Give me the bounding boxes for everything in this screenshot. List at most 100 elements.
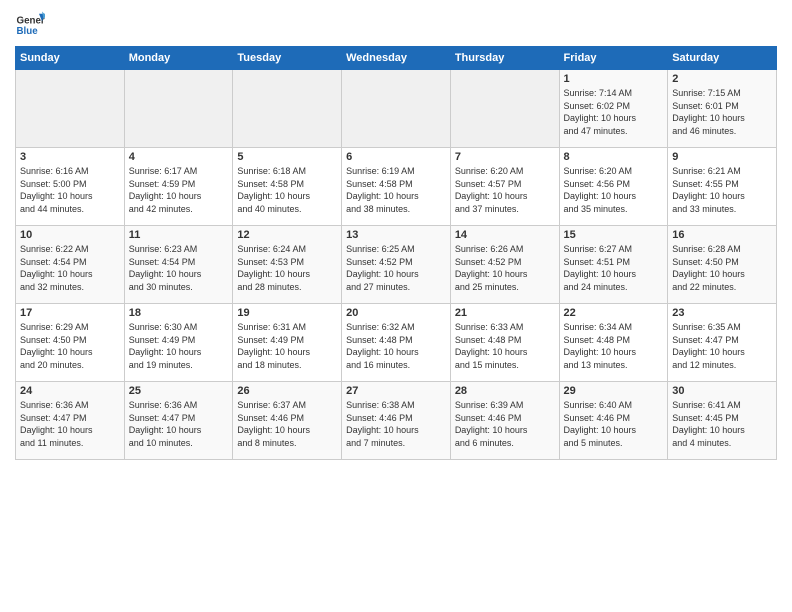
day-number: 7 <box>455 151 555 163</box>
day-cell: 12 Sunrise: 6:24 AMSunset: 4:53 PMDayligh… <box>233 226 342 304</box>
day-cell: 6 Sunrise: 6:19 AMSunset: 4:58 PMDaylight… <box>342 148 451 226</box>
day-cell: 2 Sunrise: 7:15 AMSunset: 6:01 PMDaylight… <box>668 70 777 148</box>
calendar-header: SundayMondayTuesdayWednesdayThursdayFrid… <box>16 47 777 70</box>
day-info: Sunrise: 6:22 AMSunset: 4:54 PMDaylight:… <box>20 243 120 293</box>
day-cell <box>124 70 233 148</box>
svg-text:Blue: Blue <box>17 26 39 37</box>
day-cell <box>233 70 342 148</box>
day-cell: 11 Sunrise: 6:23 AMSunset: 4:54 PMDayligh… <box>124 226 233 304</box>
day-cell: 14 Sunrise: 6:26 AMSunset: 4:52 PMDayligh… <box>450 226 559 304</box>
day-number: 17 <box>20 307 120 319</box>
day-cell: 9Sunrise: 6:21 AMSunset: 4:55 PMDaylight… <box>668 148 777 226</box>
day-info: Sunrise: 6:30 AMSunset: 4:49 PMDaylight:… <box>129 321 229 371</box>
day-number: 30 <box>672 385 772 397</box>
day-info: Sunrise: 6:21 AMSunset: 4:55 PMDaylight:… <box>672 165 772 215</box>
day-cell: 24 Sunrise: 6:36 AMSunset: 4:47 PMDayligh… <box>16 382 125 460</box>
day-cell <box>450 70 559 148</box>
day-info: Sunrise: 6:31 AMSunset: 4:49 PMDaylight:… <box>237 321 337 371</box>
day-number: 20 <box>346 307 446 319</box>
day-info: Sunrise: 6:36 AMSunset: 4:47 PMDaylight:… <box>129 399 229 449</box>
page-container: General Blue SundayMondayTuesdayWednesda… <box>0 0 792 465</box>
day-number: 11 <box>129 229 229 241</box>
day-info: Sunrise: 6:17 AMSunset: 4:59 PMDaylight:… <box>129 165 229 215</box>
day-info: Sunrise: 6:20 AMSunset: 4:57 PMDaylight:… <box>455 165 555 215</box>
week-row-4: 17Sunrise: 6:29 AMSunset: 4:50 PMDayligh… <box>16 304 777 382</box>
day-cell: 26 Sunrise: 6:37 AMSunset: 4:46 PMDayligh… <box>233 382 342 460</box>
day-number: 16 <box>672 229 772 241</box>
day-number: 24 <box>20 385 120 397</box>
day-number: 18 <box>129 307 229 319</box>
day-number: 6 <box>346 151 446 163</box>
day-cell: 10 Sunrise: 6:22 AMSunset: 4:54 PMDayligh… <box>16 226 125 304</box>
day-number: 14 <box>455 229 555 241</box>
header-cell-thursday: Thursday <box>450 47 559 70</box>
day-number: 5 <box>237 151 337 163</box>
week-row-2: 3 Sunrise: 6:16 AMSunset: 5:00 PMDaylight… <box>16 148 777 226</box>
day-cell: 1 Sunrise: 7:14 AMSunset: 6:02 PMDaylight… <box>559 70 668 148</box>
calendar-table: SundayMondayTuesdayWednesdayThursdayFrid… <box>15 46 777 460</box>
day-info: Sunrise: 6:41 AMSunset: 4:45 PMDaylight:… <box>672 399 772 449</box>
header-row: SundayMondayTuesdayWednesdayThursdayFrid… <box>16 47 777 70</box>
day-info: Sunrise: 6:24 AMSunset: 4:53 PMDaylight:… <box>237 243 337 293</box>
day-cell: 7 Sunrise: 6:20 AMSunset: 4:57 PMDaylight… <box>450 148 559 226</box>
header-cell-tuesday: Tuesday <box>233 47 342 70</box>
day-info: Sunrise: 6:33 AMSunset: 4:48 PMDaylight:… <box>455 321 555 371</box>
logo-icon: General Blue <box>15 10 45 40</box>
day-info: Sunrise: 6:25 AMSunset: 4:52 PMDaylight:… <box>346 243 446 293</box>
day-info: Sunrise: 6:23 AMSunset: 4:54 PMDaylight:… <box>129 243 229 293</box>
header-cell-friday: Friday <box>559 47 668 70</box>
day-info: Sunrise: 6:39 AMSunset: 4:46 PMDaylight:… <box>455 399 555 449</box>
day-cell: 21 Sunrise: 6:33 AMSunset: 4:48 PMDayligh… <box>450 304 559 382</box>
day-cell: 29 Sunrise: 6:40 AMSunset: 4:46 PMDayligh… <box>559 382 668 460</box>
day-info: Sunrise: 6:34 AMSunset: 4:48 PMDaylight:… <box>564 321 664 371</box>
day-number: 26 <box>237 385 337 397</box>
logo: General Blue <box>15 10 45 40</box>
day-number: 12 <box>237 229 337 241</box>
day-info: Sunrise: 6:26 AMSunset: 4:52 PMDaylight:… <box>455 243 555 293</box>
day-number: 8 <box>564 151 664 163</box>
day-cell: 28 Sunrise: 6:39 AMSunset: 4:46 PMDayligh… <box>450 382 559 460</box>
day-info: Sunrise: 7:15 AMSunset: 6:01 PMDaylight:… <box>672 87 772 137</box>
day-number: 2 <box>672 73 772 85</box>
day-cell <box>342 70 451 148</box>
week-row-1: 1 Sunrise: 7:14 AMSunset: 6:02 PMDaylight… <box>16 70 777 148</box>
day-info: Sunrise: 6:35 AMSunset: 4:47 PMDaylight:… <box>672 321 772 371</box>
day-number: 3 <box>20 151 120 163</box>
day-number: 21 <box>455 307 555 319</box>
day-cell: 13 Sunrise: 6:25 AMSunset: 4:52 PMDayligh… <box>342 226 451 304</box>
day-number: 10 <box>20 229 120 241</box>
day-number: 29 <box>564 385 664 397</box>
header-cell-saturday: Saturday <box>668 47 777 70</box>
day-cell: 30 Sunrise: 6:41 AMSunset: 4:45 PMDayligh… <box>668 382 777 460</box>
day-number: 25 <box>129 385 229 397</box>
day-cell: 27 Sunrise: 6:38 AMSunset: 4:46 PMDayligh… <box>342 382 451 460</box>
week-row-3: 10 Sunrise: 6:22 AMSunset: 4:54 PMDayligh… <box>16 226 777 304</box>
day-number: 15 <box>564 229 664 241</box>
day-cell: 19 Sunrise: 6:31 AMSunset: 4:49 PMDayligh… <box>233 304 342 382</box>
day-cell: 15Sunrise: 6:27 AMSunset: 4:51 PMDayligh… <box>559 226 668 304</box>
day-cell: 5 Sunrise: 6:18 AMSunset: 4:58 PMDaylight… <box>233 148 342 226</box>
day-number: 27 <box>346 385 446 397</box>
day-cell: 17Sunrise: 6:29 AMSunset: 4:50 PMDayligh… <box>16 304 125 382</box>
day-info: Sunrise: 6:36 AMSunset: 4:47 PMDaylight:… <box>20 399 120 449</box>
day-info: Sunrise: 6:18 AMSunset: 4:58 PMDaylight:… <box>237 165 337 215</box>
day-number: 28 <box>455 385 555 397</box>
day-number: 19 <box>237 307 337 319</box>
day-info: Sunrise: 6:19 AMSunset: 4:58 PMDaylight:… <box>346 165 446 215</box>
day-info: Sunrise: 7:14 AMSunset: 6:02 PMDaylight:… <box>564 87 664 137</box>
day-info: Sunrise: 6:20 AMSunset: 4:56 PMDaylight:… <box>564 165 664 215</box>
day-number: 13 <box>346 229 446 241</box>
day-cell: 3 Sunrise: 6:16 AMSunset: 5:00 PMDaylight… <box>16 148 125 226</box>
week-row-5: 24 Sunrise: 6:36 AMSunset: 4:47 PMDayligh… <box>16 382 777 460</box>
day-number: 4 <box>129 151 229 163</box>
day-cell: 20 Sunrise: 6:32 AMSunset: 4:48 PMDayligh… <box>342 304 451 382</box>
day-number: 1 <box>564 73 664 85</box>
day-info: Sunrise: 6:37 AMSunset: 4:46 PMDaylight:… <box>237 399 337 449</box>
day-number: 22 <box>564 307 664 319</box>
calendar-body: 1 Sunrise: 7:14 AMSunset: 6:02 PMDaylight… <box>16 70 777 460</box>
day-info: Sunrise: 6:40 AMSunset: 4:46 PMDaylight:… <box>564 399 664 449</box>
day-info: Sunrise: 6:38 AMSunset: 4:46 PMDaylight:… <box>346 399 446 449</box>
day-info: Sunrise: 6:32 AMSunset: 4:48 PMDaylight:… <box>346 321 446 371</box>
day-info: Sunrise: 6:16 AMSunset: 5:00 PMDaylight:… <box>20 165 120 215</box>
day-info: Sunrise: 6:28 AMSunset: 4:50 PMDaylight:… <box>672 243 772 293</box>
